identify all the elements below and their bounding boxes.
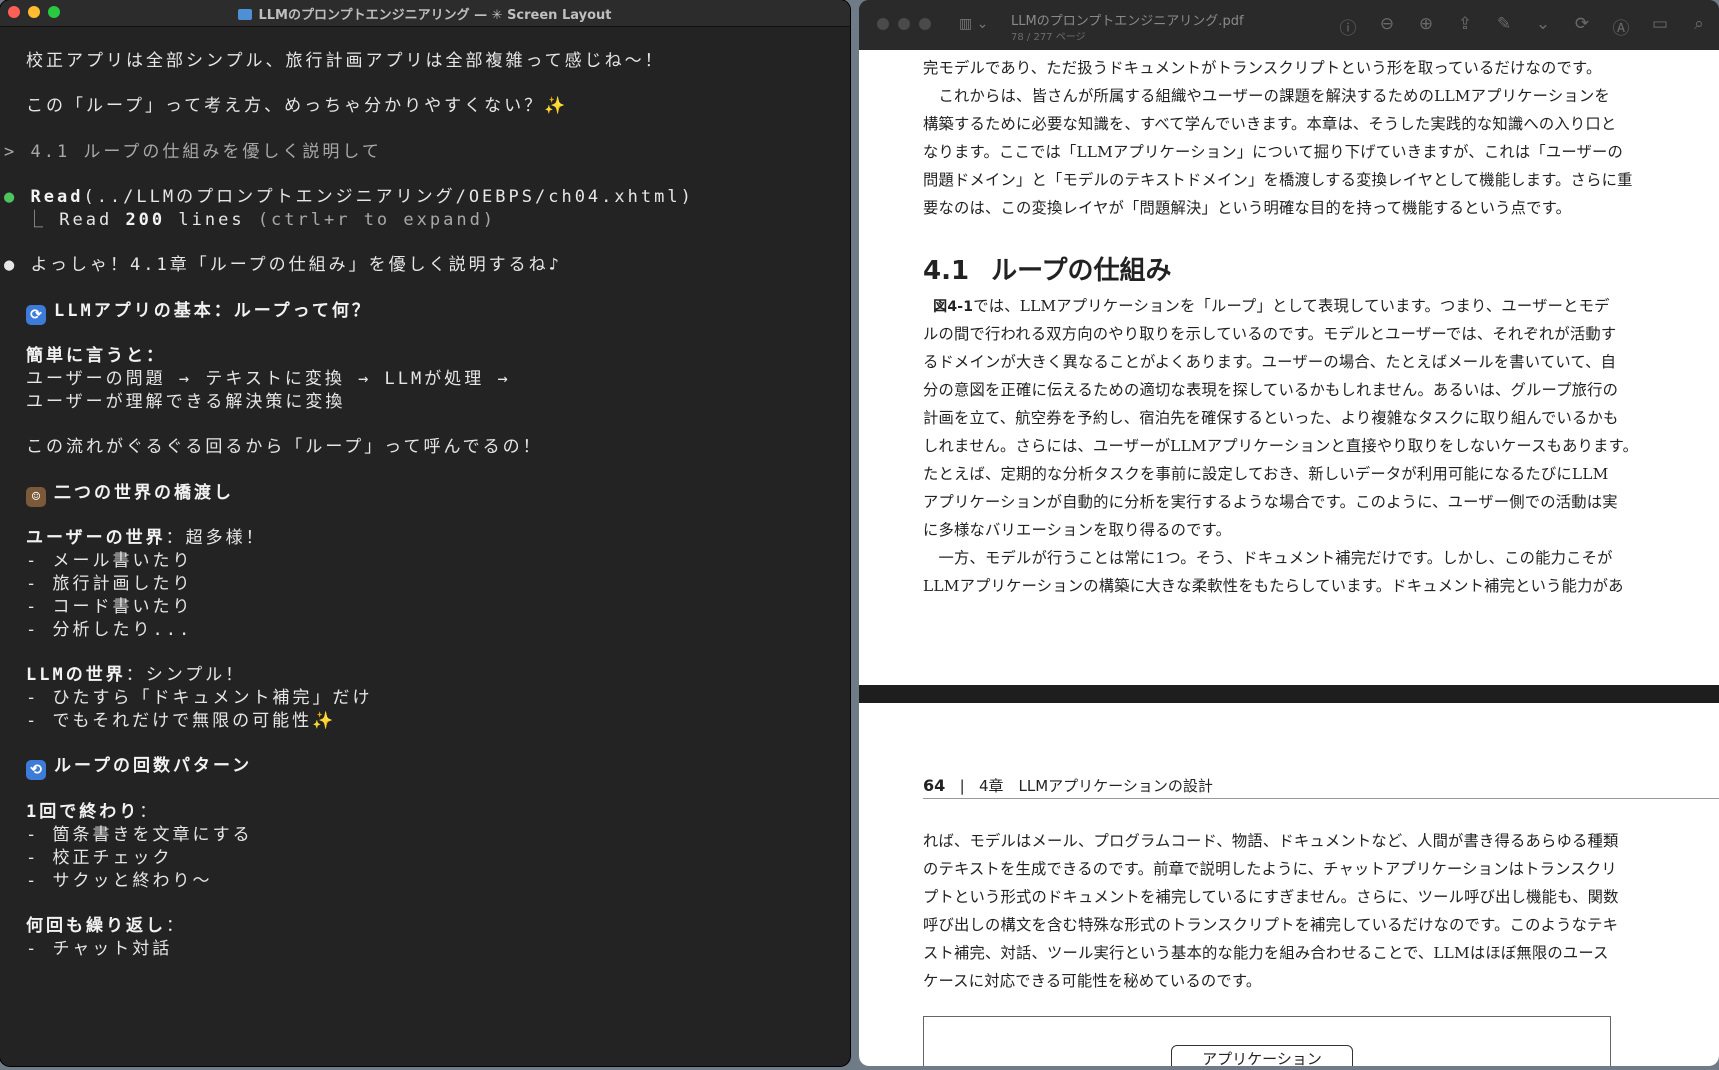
figure-frame: アプリケーション: [923, 1016, 1611, 1066]
text-line: なります。ここでは「LLMアプリケーション」について掘り下げていきますが、これは…: [923, 143, 1624, 161]
output-line: 何回も繰り返し：: [26, 916, 186, 936]
info-icon[interactable]: ⓘ: [1338, 14, 1358, 39]
figure-application-box: アプリケーション: [1171, 1045, 1353, 1066]
pdf-page[interactable]: 64 | 4章 LLMアプリケーションの設計 れば、モデルはメール、プログラムコ…: [859, 703, 1719, 1066]
tree-branch-icon: ⎿: [26, 210, 46, 230]
output-line: LLMの世界：シンプル！: [26, 665, 246, 685]
output-line: 校正アプリは全部シンプル、旅行計画アプリは全部複雑って感じね〜！: [26, 51, 665, 71]
text-line: LLMアプリケーションの構築に大きな柔軟性をもたらしています。ドキュメント補完と…: [923, 577, 1624, 595]
page-separator: [859, 685, 1719, 703]
status-dot-icon: ●: [4, 187, 18, 207]
text-line: るドメインが大きく異なることがよくあります。ユーザーの場合、たとえばメールを書い…: [923, 353, 1617, 371]
toolbar-actions: ⓘ ⊖ ⊕ ⇪ ✎ ⌄ ⟳ Ⓐ ▭ ⌕: [1338, 14, 1709, 39]
text-line: 要なのは、この変換レイヤが「問題解決」という明確な目的を持って機能するという点で…: [923, 199, 1572, 217]
text-line: 呼び出しの構文を含む特殊な形式のトランスクリプトを補完しているだけなのです。この…: [923, 916, 1619, 934]
search-icon[interactable]: ⌕: [1689, 14, 1709, 39]
theater-masks-icon: ☺: [26, 487, 46, 507]
text-line: これからは、皆さんが所属する組織やユーザーの課題を解決するためのLLMアプリケー…: [923, 87, 1610, 105]
section-heading: ⟲ ループの回数パターン: [26, 755, 252, 780]
document-title: LLMのプロンプトエンジニアリング.pdf: [1011, 14, 1244, 29]
zoom-button[interactable]: [919, 18, 931, 30]
pdf-page[interactable]: 完モデルであり、ただ扱うドキュメントがトランスクリプトという形を取っているだけな…: [859, 50, 1719, 685]
folder-icon: [238, 9, 253, 20]
share-icon[interactable]: ⇪: [1455, 14, 1475, 39]
list-item: - 箇条書きを文章にする: [26, 825, 253, 845]
output-line: 簡単に言うと：: [26, 346, 166, 366]
text-line: 図4-1では、LLMアプリケーションを「ループ」として表現しています。つまり、ユ…: [933, 297, 1610, 315]
output-line: 1回で終わり：: [26, 802, 160, 822]
list-item: - サクッと終わり〜: [26, 871, 213, 891]
text-line: 一方、モデルが行うことは常に1つ。そう、ドキュメント補完だけです。しかし、この能…: [923, 549, 1613, 567]
pdf-toolbar: ▥ ⌄ LLMのプロンプトエンジニアリング.pdf 78 / 277 ページ ⓘ…: [859, 0, 1719, 51]
chevron-down-icon[interactable]: ⌄: [1533, 14, 1553, 39]
text-line: ケースに対応できる可能性を秘めているのです。: [923, 972, 1262, 990]
section-heading: ⟳ LLMアプリの基本：ループって何？: [26, 300, 372, 325]
assistant-reply-line: ● よっしゃ！4.1章「ループの仕組み」を優しく説明するね♪: [4, 255, 562, 275]
output-line: この流れがぐるぐる回るから「ループ」って呼んでるの！: [26, 437, 543, 457]
list-item: - ひたすら「ドキュメント補完」だけ: [26, 688, 373, 708]
list-item: - 分析したり...: [26, 620, 193, 640]
rotate-icon[interactable]: ⟳: [1572, 14, 1592, 39]
header-rule: [923, 798, 1719, 799]
output-line: ユーザーが理解できる解決策に変換: [26, 392, 346, 412]
close-button[interactable]: [877, 18, 889, 30]
running-header: 64 | 4章 LLMアプリケーションの設計: [923, 776, 1213, 795]
text-line: しれません。さらには、ユーザーがLLMアプリケーションと直接やり取りをしないケー…: [923, 437, 1639, 455]
text-line: 問題ドメイン」と「モデルのテキストドメイン」を橋渡しする変換レイヤとして機能しま…: [923, 171, 1633, 189]
page-indicator: 78 / 277 ページ: [1011, 32, 1086, 43]
sparkles-icon: ✨: [312, 711, 334, 731]
text-line: たとえば、定期的な分析タスクを事前に設定しておき、新しいデータが利用可能になるた…: [923, 465, 1609, 483]
text-line: に多様なバリエーションを取り得るのです。: [923, 521, 1232, 539]
form-icon[interactable]: ▭: [1650, 14, 1670, 39]
zoom-out-icon[interactable]: ⊖: [1377, 14, 1397, 39]
output-line: ユーザーの世界：超多様！: [26, 528, 266, 548]
markup-pen-icon[interactable]: ✎: [1494, 14, 1514, 39]
text-line: のテキストを生成できるのです。前章で説明したように、チャットアプリケーションはト…: [923, 860, 1617, 878]
terminal-window: LLMのプロンプトエンジニアリング — ✳ Screen Layout 校正アプ…: [0, 0, 850, 1066]
user-prompt-line: > 4.1 ループの仕組みを優しく説明して: [4, 142, 382, 162]
sidebar-toggle-icon[interactable]: ▥ ⌄: [959, 16, 988, 32]
output-line: この「ループ」って考え方、めっちゃ分かりやすくない？✨: [26, 96, 566, 116]
minimize-button[interactable]: [898, 18, 910, 30]
list-item: - 旅行計画したり: [26, 574, 193, 594]
pdf-viewer-window: ▥ ⌄ LLMのプロンプトエンジニアリング.pdf 78 / 277 ページ ⓘ…: [859, 0, 1719, 1066]
sparkles-icon: ✨: [544, 96, 566, 116]
repeat-arrows-icon: ⟲: [26, 760, 46, 780]
text-line: スト補完、対話、ツール実行という基本的な能力を組み合わせることで、LLMはほぼ無…: [923, 944, 1609, 962]
highlight-icon[interactable]: Ⓐ: [1611, 14, 1631, 39]
text-line: 計画を立て、航空券を予約し、宿泊先を確保するといった、より複雑なタスクに取り組ん…: [923, 409, 1619, 427]
text-line: れば、モデルはメール、プログラムコード、物語、ドキュメントなど、人間が書き得るあ…: [923, 832, 1619, 850]
output-line: ユーザーの問題 → テキストに変換 → LLMが処理 →: [26, 369, 511, 389]
terminal-output[interactable]: 校正アプリは全部シンプル、旅行計画アプリは全部複雑って感じね〜！ この「ループ」…: [0, 50, 850, 1066]
text-line: 分の意図を正確に伝えるための適切な表現を探しているかもしれません。あるいは、グル…: [923, 381, 1619, 399]
list-item: - チャット対話: [26, 939, 173, 959]
bullet-dot-icon: ●: [4, 255, 18, 275]
section-heading: 4.1 ループの仕組み: [923, 256, 1172, 286]
list-item: - でもそれだけで無限の可能性✨: [26, 711, 334, 731]
list-item: - メール書いたり: [26, 551, 193, 571]
figure-reference: 図4-1: [933, 299, 974, 315]
text-line: プトという形式のドキュメントを補完しているにすぎません。さらに、ツール呼び出し機…: [923, 888, 1619, 906]
zoom-in-icon[interactable]: ⊕: [1416, 14, 1436, 39]
text-line: ルの間で行われる双方向のやり取りを示しているのです。モデルとユーザーでは、それぞ…: [923, 325, 1617, 343]
text-line: 完モデルであり、ただ扱うドキュメントがトランスクリプトという形を取っているだけな…: [923, 59, 1602, 77]
tool-result-line[interactable]: ⎿ Read 200 lines (ctrl+r to expand): [26, 209, 496, 231]
terminal-title: LLMのプロンプトエンジニアリング — ✳ Screen Layout: [0, 4, 850, 23]
text-line: アプリケーションが自動的に分析を実行するような場合です。このように、ユーザー側で…: [923, 493, 1618, 511]
terminal-titlebar: LLMのプロンプトエンジニアリング — ✳ Screen Layout: [0, 0, 850, 27]
refresh-arrows-icon: ⟳: [26, 305, 46, 325]
section-heading: ☺ 二つの世界の橋渡し: [26, 482, 234, 507]
list-item: - 校正チェック: [26, 848, 173, 868]
list-item: - コード書いたり: [26, 597, 193, 617]
window-controls: [877, 18, 931, 30]
text-line: 構築するために必要な知識を、すべて学んでいきます。本章は、そうした実践的な知識へ…: [923, 115, 1617, 133]
tool-call-line: ● Read(../LLMのプロンプトエンジニアリング/OEBPS/ch04.x…: [4, 187, 694, 207]
